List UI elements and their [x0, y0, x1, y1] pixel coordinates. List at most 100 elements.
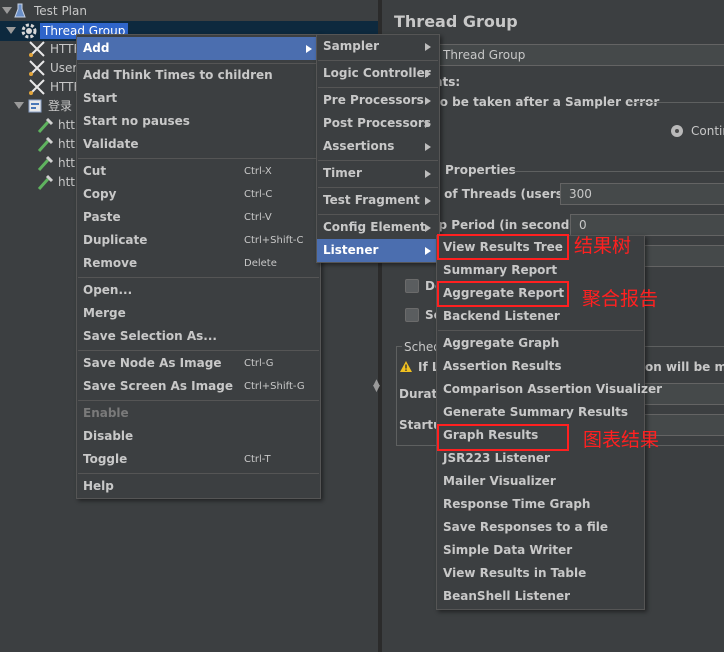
menu-item-start[interactable]: Start [77, 87, 320, 110]
menu-item-paste[interactable]: Paste Ctrl-V [77, 206, 320, 229]
submenu-item-timer[interactable]: Timer [317, 162, 439, 185]
listener-item-summary-report[interactable]: Summary Report [437, 259, 644, 282]
menu-item-help[interactable]: Help [77, 475, 320, 498]
submenu-item-test-fragment[interactable]: Test Fragment [317, 189, 439, 212]
submenu-item-sampler[interactable]: Sampler [317, 35, 439, 58]
menu-item-label: Generate Summary Results [443, 405, 629, 419]
menu-item-label: Timer [323, 166, 362, 180]
menu-item-label: Sampler [323, 39, 380, 53]
submenu-arrow-icon [425, 143, 431, 151]
menu-item-label: Save Node As Image [83, 356, 222, 370]
submenu-item-pre-processors[interactable]: Pre Processors [317, 89, 439, 112]
menu-item-remove[interactable]: Remove Delete [77, 252, 320, 275]
submenu-arrow-icon [425, 170, 431, 178]
submenu-arrow-icon [425, 97, 431, 105]
menu-item-shortcut: Ctrl-X [244, 166, 272, 177]
listener-item-view-results-in-table[interactable]: View Results in Table [437, 562, 644, 585]
listener-item-generate-summary-results[interactable]: Generate Summary Results [437, 401, 644, 424]
threads-input[interactable]: 300 [560, 183, 724, 205]
collapse-triangle-icon[interactable] [6, 27, 16, 34]
menu-item-duplicate[interactable]: Duplicate Ctrl+Shift-C [77, 229, 320, 252]
listener-item-comparison-assertion-visualizer[interactable]: Comparison Assertion Visualizer [437, 378, 662, 401]
highlight-box-aggregate-report [437, 281, 569, 307]
option-checkbox-2[interactable] [405, 308, 419, 322]
continue-radio[interactable] [671, 125, 683, 137]
submenu-item-config-element[interactable]: Config Element [317, 216, 439, 239]
menu-item-disable[interactable]: Disable [77, 425, 320, 448]
pipette-icon [37, 136, 54, 153]
annotation-view-results-tree: 结果树 [574, 235, 632, 257]
listener-item-assertion-results[interactable]: Assertion Results [437, 355, 644, 378]
tree-label-child-2: User [50, 61, 78, 75]
submenu-item-post-processors[interactable]: Post Processors [317, 112, 439, 135]
menu-item-merge[interactable]: Merge [77, 302, 320, 325]
menu-item-label: Save Screen As Image [83, 379, 233, 393]
option-checkbox-1[interactable] [405, 279, 419, 293]
divider-grip-icon[interactable]: ▲ ▼ [373, 379, 380, 394]
menu-separator [78, 277, 319, 278]
annotation-graph-results: 图表结果 [583, 429, 660, 451]
menu-item-open[interactable]: Open... [77, 279, 320, 302]
menu-item-label: Help [83, 479, 114, 493]
menu-item-validate[interactable]: Validate [77, 133, 320, 156]
loop-input[interactable] [644, 245, 724, 267]
menu-item-add-think-times[interactable]: Add Think Times to children [77, 64, 320, 87]
menu-item-shortcut: Delete [244, 258, 277, 269]
listener-item-mailer-visualizer[interactable]: Mailer Visualizer [437, 470, 644, 493]
listener-item-aggregate-graph[interactable]: Aggregate Graph [437, 332, 644, 355]
menu-item-label: BeanShell Listener [443, 589, 571, 603]
menu-item-save-screen-as-image[interactable]: Save Screen As Image Ctrl+Shift-G [77, 375, 320, 398]
menu-item-label: Assertion Results [443, 359, 562, 373]
listener-item-beanshell-listener[interactable]: BeanShell Listener [437, 585, 644, 608]
menu-item-toggle[interactable]: Toggle Ctrl-T [77, 448, 320, 471]
menu-separator [78, 350, 319, 351]
controller-icon [28, 99, 42, 113]
listener-item-simple-data-writer[interactable]: Simple Data Writer [437, 539, 644, 562]
menu-item-add[interactable]: Add [77, 37, 320, 60]
menu-item-label: Save Selection As... [83, 329, 217, 343]
menu-item-label: Simple Data Writer [443, 543, 573, 557]
scissors-icon [29, 79, 45, 95]
menu-item-label: Copy [83, 187, 117, 201]
menu-item-label: Aggregate Graph [443, 336, 560, 350]
context-menu: Add Add Think Times to children Start St… [76, 34, 321, 499]
listener-item-save-responses[interactable]: Save Responses to a file [437, 516, 644, 539]
warning-text-tail: on will be min( [645, 360, 724, 374]
panel-title: Thread Group [394, 12, 518, 31]
submenu-item-assertions[interactable]: Assertions [317, 135, 439, 158]
submenu-item-listener[interactable]: Listener [317, 239, 439, 262]
menu-item-shortcut: Ctrl+Shift-C [244, 235, 304, 246]
menu-separator [318, 87, 438, 88]
menu-item-label: Paste [83, 210, 121, 224]
menu-item-label: Add Think Times to children [83, 68, 273, 82]
tree-node-test-plan[interactable]: Test Plan [0, 1, 378, 21]
menu-item-label: Remove [83, 256, 138, 270]
submenu-arrow-icon [306, 45, 312, 53]
menu-item-copy[interactable]: Copy Ctrl-C [77, 183, 320, 206]
submenu-arrow-icon [425, 247, 431, 255]
collapse-triangle-icon[interactable] [2, 7, 12, 14]
continue-label: Contir [691, 124, 724, 138]
menu-item-cut[interactable]: Cut Ctrl-X [77, 160, 320, 183]
highlight-box-graph-results [437, 424, 569, 451]
menu-item-save-node-as-image[interactable]: Save Node As Image Ctrl-G [77, 352, 320, 375]
menu-item-label: Post Processors [323, 116, 431, 130]
submenu-item-logic-controller[interactable]: Logic Controller [317, 62, 439, 85]
section-border [628, 102, 724, 103]
menu-item-save-selection-as[interactable]: Save Selection As... [77, 325, 320, 348]
menu-item-label: Assertions [323, 139, 395, 153]
menu-item-shortcut: Ctrl-G [244, 358, 274, 369]
sampler-error-label: to be taken after a Sampler error [434, 95, 660, 109]
menu-item-label: Mailer Visualizer [443, 474, 556, 488]
menu-item-start-no-pauses[interactable]: Start no pauses [77, 110, 320, 133]
name-field[interactable]: Thread Group [434, 44, 724, 66]
submenu-arrow-icon [425, 120, 431, 128]
menu-separator [78, 400, 319, 401]
gear-icon [21, 23, 37, 39]
pipette-icon [37, 117, 54, 134]
collapse-triangle-icon[interactable] [14, 102, 24, 109]
menu-item-enable: Enable [77, 402, 320, 425]
listener-item-response-time-graph[interactable]: Response Time Graph [437, 493, 644, 516]
menu-separator [318, 187, 438, 188]
menu-separator [78, 158, 319, 159]
